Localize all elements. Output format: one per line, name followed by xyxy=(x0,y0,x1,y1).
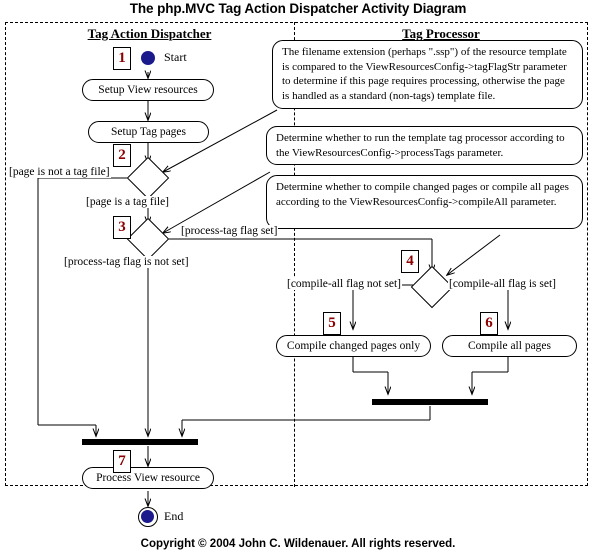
step-number-5: 5 xyxy=(323,312,341,335)
guard-process-tag-flag-set: [process-tag flag set] xyxy=(180,225,279,237)
end-node-inner-dot xyxy=(141,510,154,523)
swimlane-title-tag-action-dispatcher: Tag Action Dispatcher xyxy=(87,26,212,41)
activity-label: Compile all pages xyxy=(467,340,552,352)
guard-compile-all-flag-not-set: [compile-all flag not set] xyxy=(286,278,403,290)
activity-compile-all-pages[interactable]: Compile all pages xyxy=(442,335,577,357)
step-number-6: 6 xyxy=(480,312,498,335)
copyright-footer: Copyright © 2004 John C. Wildenauer. All… xyxy=(140,538,456,550)
guard-compile-all-flag-is-set: [compile-all flag is set] xyxy=(448,278,557,290)
activity-diagram-canvas: The php.MVC Tag Action Dispatcher Activi… xyxy=(0,0,596,556)
page-title: The php.MVC Tag Action Dispatcher Activi… xyxy=(129,1,467,16)
activity-compile-changed-pages-only[interactable]: Compile changed pages only xyxy=(276,335,431,357)
end-node-label: End xyxy=(164,509,184,523)
guard-page-is-a-tag-file: [page is a tag file] xyxy=(85,196,171,208)
guard-page-is-not-a-tag-file: [page is not a tag file] xyxy=(8,166,111,178)
start-node-icon xyxy=(141,51,155,65)
join-bar-dispatcher xyxy=(82,439,198,445)
activity-label: Setup View resources xyxy=(98,84,198,96)
activity-setup-tag-pages[interactable]: Setup Tag pages xyxy=(88,121,209,143)
step-number-4: 4 xyxy=(401,250,419,273)
activity-label: Process View resource xyxy=(96,472,200,484)
step-number-3: 3 xyxy=(113,216,131,239)
start-node-label: Start xyxy=(164,50,187,64)
guard-process-tag-flag-not-set: [process-tag flag is not set] xyxy=(63,256,190,268)
note-compile-all-parameter: Determine whether to compile changed pag… xyxy=(266,175,583,229)
step-number-7: 7 xyxy=(113,450,131,473)
activity-setup-view-resources[interactable]: Setup View resources xyxy=(82,79,214,101)
note-filename-extension: The filename extension (perhaps ".ssp") … xyxy=(272,40,583,109)
join-bar-tag-processor xyxy=(372,399,488,405)
activity-process-view-resource[interactable]: Process View resource xyxy=(82,467,214,489)
note-process-tags-parameter: Determine whether to run the template ta… xyxy=(266,126,583,165)
activity-label: Setup Tag pages xyxy=(111,126,186,138)
activity-label: Compile changed pages only xyxy=(286,340,421,352)
step-number-1: 1 xyxy=(113,47,131,70)
step-number-2: 2 xyxy=(113,144,131,167)
